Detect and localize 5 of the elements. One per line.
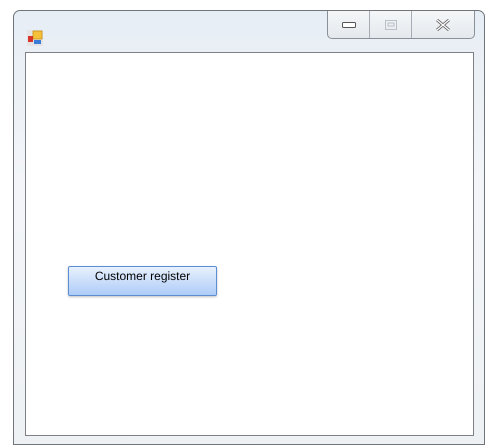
close-icon [435,18,451,30]
customer-register-button[interactable]: Customer register [68,266,217,296]
maximize-icon [384,20,396,30]
minimize-icon [342,22,356,28]
app-icon [27,30,43,46]
